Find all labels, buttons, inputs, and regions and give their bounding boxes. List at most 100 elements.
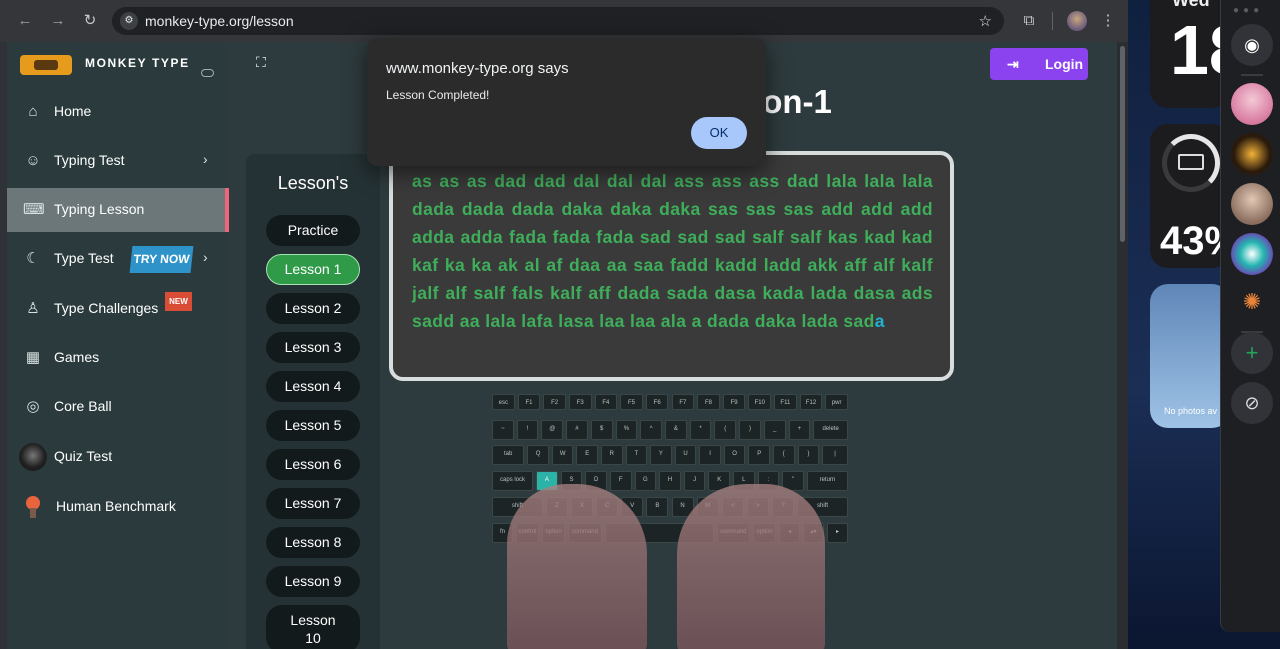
cat-icon: ☾	[26, 250, 40, 267]
batman-server-icon[interactable]	[1231, 133, 1273, 175]
sidebar-item-type-challenges[interactable]: ♙ Type Challenges NEW	[7, 287, 229, 331]
key-t: T	[625, 445, 648, 465]
key-e: E	[576, 445, 599, 465]
profile-avatar[interactable]	[1067, 11, 1087, 31]
typed-text: as as as dad dad dal dal dal ass ass ass…	[412, 171, 933, 331]
monkey-logo-icon[interactable]	[20, 55, 72, 75]
left-hand-image	[507, 484, 647, 649]
brand-name[interactable]: MONKEY TYPE	[85, 56, 190, 70]
lesson-button-3[interactable]: Lesson 3	[266, 332, 360, 363]
network-server-icon[interactable]: ✺	[1231, 281, 1273, 323]
lesson-button-10[interactable]: Lesson 10	[266, 605, 360, 649]
address-bar[interactable]: ⚙ monkey-type.org/lesson ☆	[112, 7, 1004, 35]
sidebar-item-human-benchmark[interactable]: Human Benchmark	[7, 485, 229, 529]
key-w: W	[551, 445, 574, 465]
key-f8: F8	[697, 394, 720, 410]
lesson-button-7[interactable]: Lesson 7	[266, 488, 360, 519]
theme-toggle-icon[interactable]	[201, 69, 214, 77]
lesson-button-practice[interactable]: Practice	[266, 215, 360, 246]
sidebar-item-label: Typing Test	[54, 152, 125, 168]
server-avatar[interactable]	[1231, 83, 1273, 125]
key-f10: F10	[748, 394, 772, 410]
url-text[interactable]: monkey-type.org/lesson	[145, 13, 294, 29]
key--: &	[664, 420, 687, 440]
trophy-icon: ☺	[25, 152, 41, 169]
sidebar-item-quiz-test[interactable]: Quiz Test	[7, 435, 229, 479]
sidebar-item-typing-lesson[interactable]: ⌨ Typing Lesson	[7, 188, 229, 232]
ok-button[interactable]: OK	[691, 117, 747, 149]
explore-compass-icon[interactable]: ⊘	[1231, 382, 1273, 424]
typing-text-box[interactable]: as as as dad dad dal dal dal ass ass ass…	[389, 151, 954, 381]
right-hand-image	[677, 484, 825, 649]
page-scrollbar[interactable]	[1117, 42, 1128, 649]
typing-text: as as as dad dad dal dal dal ass ass ass…	[412, 167, 933, 335]
menu-kebab-icon[interactable]: ⋮	[1098, 11, 1118, 31]
key-f5: F5	[620, 394, 643, 410]
sidebar-item-core-ball[interactable]: ◎ Core Ball	[7, 385, 229, 429]
chevron-right-icon[interactable]: ›	[203, 249, 208, 265]
key-q: Q	[527, 445, 549, 465]
lesson-button-9[interactable]: Lesson 9	[266, 566, 360, 597]
key--: {	[772, 445, 795, 465]
reload-icon[interactable]: ↻	[80, 11, 100, 31]
sidebar-item-label: Human Benchmark	[56, 498, 176, 514]
key-f3: F3	[568, 394, 592, 410]
lesson-button-8[interactable]: Lesson 8	[266, 527, 360, 558]
extensions-icon[interactable]: ⧉	[1019, 11, 1039, 31]
lesson-button-4[interactable]: Lesson 4	[266, 371, 360, 402]
server-avatar[interactable]	[1231, 183, 1273, 225]
lesson-button-2[interactable]: Lesson 2	[266, 293, 360, 324]
photos-empty-text: No photos av	[1164, 406, 1218, 416]
key-o: O	[723, 445, 746, 465]
key-j: J	[683, 471, 706, 491]
lesson-button-1[interactable]: Lesson 1	[266, 254, 360, 285]
chevron-right-icon[interactable]: ›	[203, 151, 208, 167]
sidebar-item-label: Type Test	[54, 250, 114, 266]
sidebar-item-type-test[interactable]: ☾ Type Test TRY NOW ›	[7, 237, 229, 281]
forward-icon[interactable]: →	[48, 11, 68, 31]
browser-toolbar: ← → ↻ ⚙ monkey-type.org/lesson ☆ ⧉ ⋮	[0, 0, 1128, 42]
key--: %	[615, 420, 638, 440]
target-icon: ◎	[26, 398, 40, 415]
key--: ^	[640, 420, 662, 440]
key--: @	[541, 420, 564, 440]
key--: #	[566, 420, 588, 440]
sidebar-item-games[interactable]: ▦ Games	[7, 336, 229, 380]
server-avatar[interactable]	[1231, 233, 1273, 275]
lesson-button-5[interactable]: Lesson 5	[266, 410, 360, 441]
key-b: B	[646, 497, 669, 517]
sidebar-item-typing-test[interactable]: ☺ Typing Test ›	[7, 139, 229, 183]
fullscreen-icon[interactable]: ⛶	[256, 54, 272, 70]
login-label: Login	[1045, 56, 1084, 72]
key-i: I	[699, 445, 721, 465]
key--: ▸	[827, 523, 848, 543]
calendar-widget[interactable]: Wed 18	[1150, 0, 1248, 108]
site-settings-icon[interactable]: ⚙	[120, 12, 138, 30]
key-tab: tab	[492, 445, 525, 465]
key--: !	[516, 420, 539, 440]
battery-widget[interactable]: 43%	[1150, 124, 1240, 268]
photos-widget[interactable]: No photos av	[1150, 284, 1230, 428]
back-icon[interactable]: ←	[15, 11, 35, 31]
bookmark-star-icon[interactable]: ☆	[979, 12, 992, 30]
lesson-list-heading: Lesson's	[277, 173, 349, 193]
sidebar-item-label: Core Ball	[54, 398, 112, 414]
lesson-button-6[interactable]: Lesson 6	[266, 449, 360, 480]
brain-icon	[23, 492, 43, 520]
key--: +	[788, 420, 811, 440]
sidebar-item-label: Type Challenges	[54, 300, 159, 316]
sidebar-item-home[interactable]: ⌂ Home	[7, 90, 229, 134]
quiz-avatar-icon	[19, 443, 47, 471]
browser-window: ← → ↻ ⚙ monkey-type.org/lesson ☆ ⧉ ⋮ MON…	[0, 0, 1128, 649]
key-p: P	[748, 445, 770, 465]
key-caps-lock: caps lock	[492, 471, 534, 491]
window-controls[interactable]: ●●●	[1233, 5, 1263, 16]
discord-icon[interactable]: ◉	[1231, 24, 1273, 66]
grid-icon: ▦	[25, 349, 41, 366]
key--: |	[822, 445, 848, 465]
key--: ~	[492, 420, 514, 440]
scrollbar-thumb[interactable]	[1120, 46, 1125, 242]
login-button[interactable]: ⇥ Login	[990, 48, 1088, 80]
key--: )	[739, 420, 761, 440]
add-server-icon[interactable]: +	[1231, 332, 1273, 374]
